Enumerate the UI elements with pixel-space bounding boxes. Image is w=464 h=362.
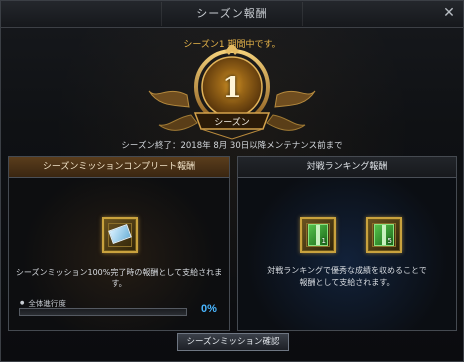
box-count: 1	[321, 237, 326, 245]
ranking-description-line1: 対戦ランキングで優秀な成績を収めることで	[267, 266, 427, 275]
box-count: 5	[387, 237, 392, 245]
progress-percent: 0%	[201, 303, 217, 315]
ranking-description-line2: 報酬として支給されます。	[299, 278, 395, 287]
box-icon-graphic: 1	[308, 224, 328, 246]
ranking-description: 対戦ランキングで優秀な成績を収めることで 報酬として支給されます。	[238, 265, 456, 289]
season-number: 1	[222, 71, 242, 104]
ranking-panel-header: 対戦ランキング報酬	[238, 157, 456, 178]
season-label: シーズン	[214, 118, 250, 128]
close-icon[interactable]: ✕	[441, 5, 457, 21]
box-icon-5[interactable]: 5	[366, 217, 402, 253]
season-end-notice: シーズン終了：2018年 8月 30日以降メンテナンス前まで	[121, 141, 343, 151]
box-icon-1[interactable]: 1	[300, 217, 336, 253]
window-title: シーズン報酬	[161, 2, 303, 26]
ticket-icon[interactable]	[102, 217, 138, 253]
mission-reward-panel: シーズンミッションコンプリート報酬 シーズンミッション100%完了時の報酬として…	[8, 156, 230, 331]
ranking-reward-panel: 対戦ランキング報酬 1 5 対戦ランキングで優秀な成績を収めることで 報酬として…	[237, 156, 457, 331]
box-icon-graphic: 5	[374, 224, 394, 246]
season-mission-confirm-button[interactable]: シーズンミッション確認	[177, 333, 289, 351]
title-bar: シーズン報酬 ✕	[1, 1, 463, 28]
mission-panel-header: シーズンミッションコンプリート報酬	[9, 157, 229, 178]
season-emblem: 1 シーズン	[147, 45, 317, 143]
progress-bar	[19, 308, 187, 316]
season-reward-window: シーズン報酬 ✕ シーズン1 期間中です。 1 シーズン シーズン終了：2018…	[0, 0, 464, 362]
mission-description: シーズンミッション100%完了時の報酬として支給されます。	[15, 268, 223, 288]
